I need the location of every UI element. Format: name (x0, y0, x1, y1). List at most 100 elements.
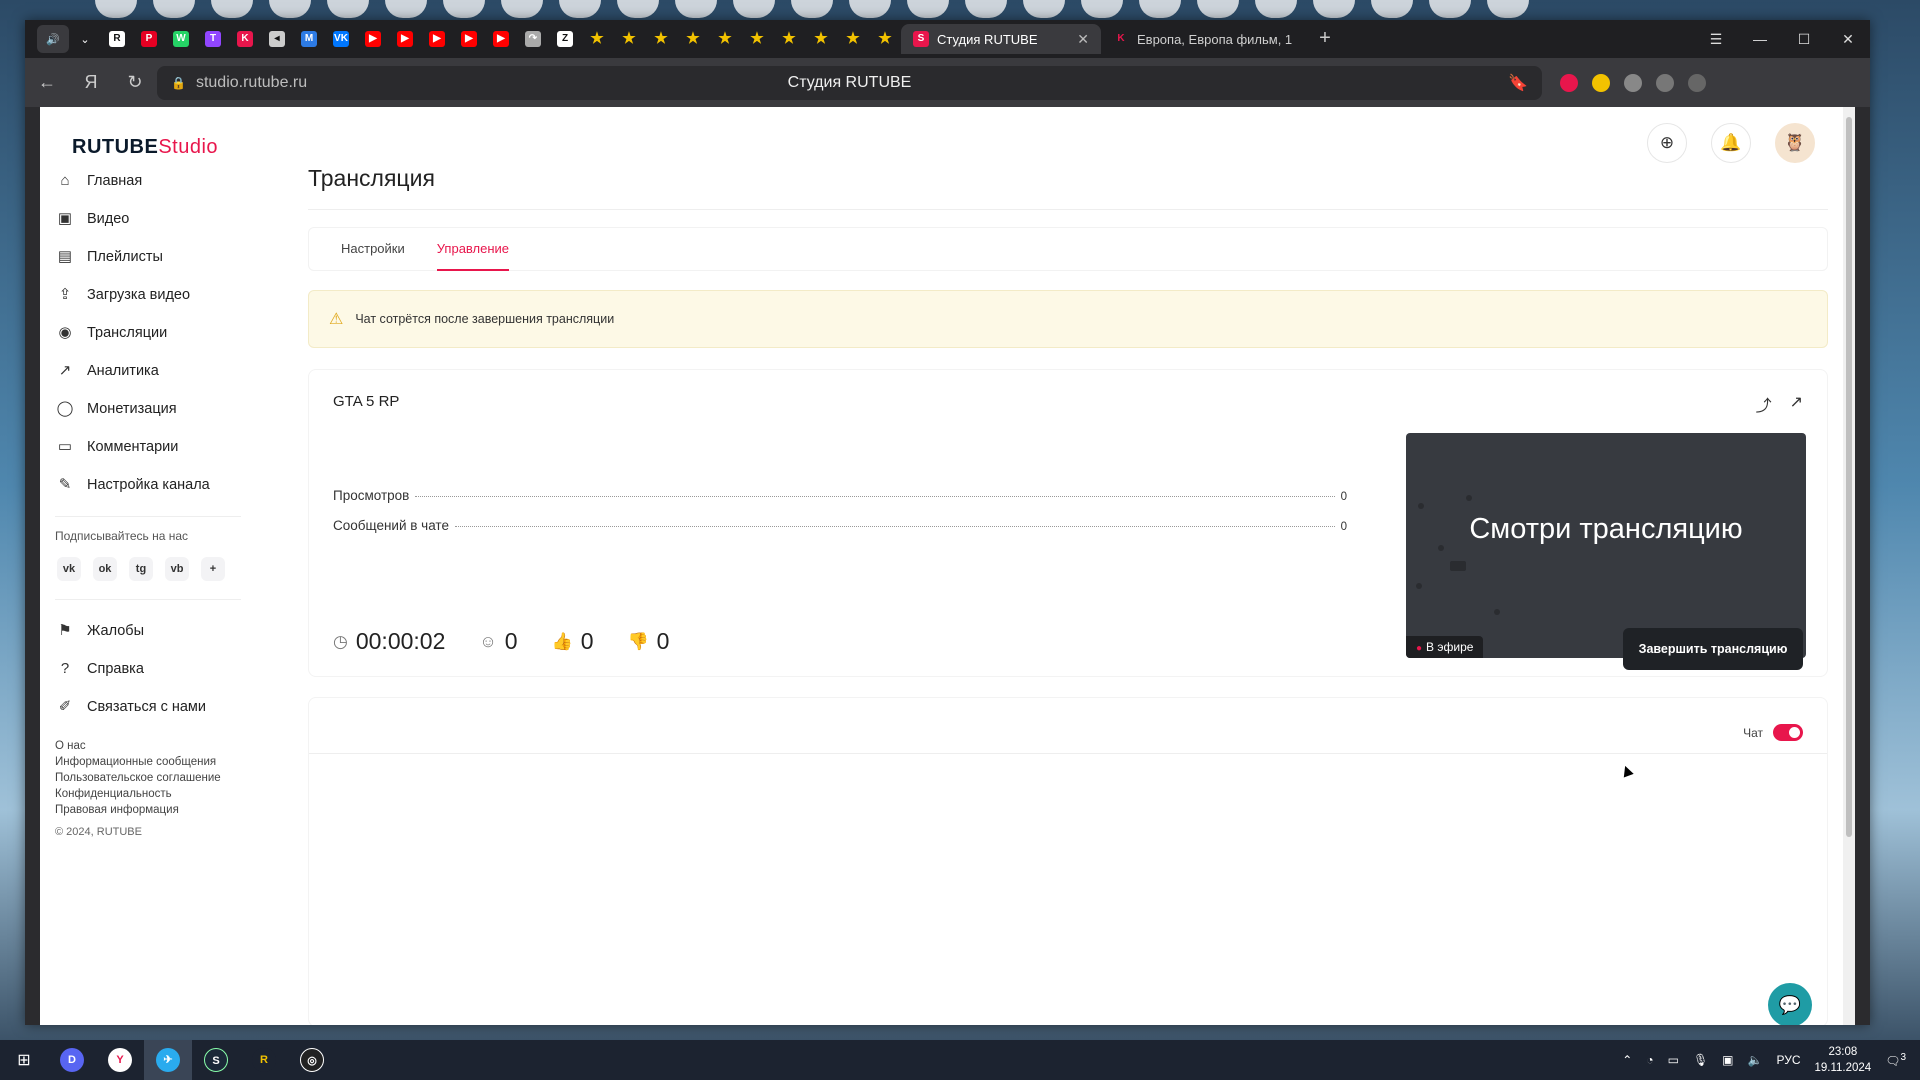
microphone-icon[interactable]: 🎙 (1693, 1053, 1708, 1067)
network-icon[interactable]: ▭ (1668, 1053, 1679, 1067)
scrollbar[interactable] (1843, 107, 1855, 1025)
pinned-tab[interactable]: ▶ (389, 25, 421, 53)
footer-link[interactable]: О нас (55, 738, 255, 754)
pinned-tab[interactable]: R (101, 25, 133, 53)
end-stream-button[interactable]: Завершить трансляцию (1623, 628, 1803, 670)
pinned-tab[interactable]: ▶ (453, 25, 485, 53)
support-chat-button[interactable]: 💬 (1768, 983, 1812, 1025)
media-icon[interactable] (1624, 73, 1642, 92)
pinned-tab[interactable]: ★ (645, 25, 677, 53)
sidebar-help-item[interactable]: ⚑ Жалобы (40, 612, 255, 650)
chevron-up-icon[interactable]: ⌃ (1622, 1053, 1632, 1067)
social-icon[interactable]: vb (165, 557, 189, 581)
avatar[interactable]: 🦉 (1775, 123, 1815, 163)
tab-settings[interactable]: Настройки (341, 227, 405, 271)
pinned-tab[interactable]: K (229, 25, 261, 53)
pinned-tab[interactable]: ↷ (517, 25, 549, 53)
footer-link[interactable]: Конфиденциальность (55, 786, 255, 802)
clock-icon: ◷ (333, 631, 348, 651)
pinned-tab[interactable]: ★ (677, 25, 709, 53)
sidebar-item[interactable]: ⇪ Загрузка видео (40, 276, 255, 314)
pinned-tab[interactable]: ▶ (421, 25, 453, 53)
social-icon[interactable]: ok (93, 557, 117, 581)
pinned-tab[interactable]: T (197, 25, 229, 53)
telegram-icon[interactable]: ✈ (144, 1040, 192, 1080)
speaker-icon[interactable]: 🔊 (37, 25, 69, 53)
footer-link[interactable]: Правовая информация (55, 802, 255, 818)
pinned-tab[interactable]: ★ (805, 25, 837, 53)
pinned-tab[interactable]: ★ (773, 25, 805, 53)
chat-toggle[interactable] (1773, 724, 1803, 741)
chevron-down-icon[interactable]: ⌄ (69, 25, 101, 53)
bookmark-icon[interactable]: 🔖 (1508, 73, 1528, 93)
add-content-icon[interactable]: ⊕ (1647, 123, 1687, 163)
tab-management[interactable]: Управление (436, 227, 510, 271)
minimize-button[interactable]: — (1738, 20, 1782, 58)
pinned-tab[interactable]: VK (325, 25, 357, 53)
notifications-icon[interactable]: 🗨3 (1885, 1052, 1906, 1068)
rutube-app-icon[interactable]: R (240, 1040, 288, 1080)
monitor-icon[interactable]: ▣ (1722, 1053, 1733, 1067)
new-tab-button[interactable]: + (1311, 25, 1339, 53)
maximize-button[interactable]: ☐ (1782, 20, 1826, 58)
pinned-tab[interactable]: M (293, 25, 325, 53)
pinned-tab-icon: ▶ (429, 31, 445, 47)
pinned-tab[interactable]: ◂ (261, 25, 293, 53)
sidebar-item[interactable]: ▭ Комментарии (40, 428, 255, 466)
back-button[interactable]: ← (25, 58, 69, 107)
footer-link[interactable]: Пользовательское соглашение (55, 770, 255, 786)
obs-icon[interactable]: ◎ (288, 1040, 336, 1080)
rutube-studio-logo[interactable]: RUTUBEStudio (72, 136, 218, 159)
sidebar-item[interactable]: ◉ Трансляции (40, 314, 255, 352)
pinned-tab[interactable]: ▶ (357, 25, 389, 53)
logo-suffix: Studio (158, 136, 219, 158)
sidebar-item[interactable]: ✎ Настройка канала (40, 466, 255, 504)
pinned-tab[interactable]: P (133, 25, 165, 53)
pinned-tab[interactable]: ★ (613, 25, 645, 53)
external-link-icon[interactable]: ↗ (1790, 392, 1803, 416)
start-button[interactable]: ⊞ (0, 1040, 48, 1080)
menu-icon[interactable]: ☰ (1694, 20, 1738, 58)
yandex-browser-icon[interactable]: Y (96, 1040, 144, 1080)
pinned-tab[interactable]: Z (549, 25, 581, 53)
pinned-tab[interactable]: ★ (741, 25, 773, 53)
pinned-tab[interactable]: ★ (709, 25, 741, 53)
sidebar-item[interactable]: ⌂ Главная (40, 162, 255, 200)
sidebar-item[interactable]: ↗ Аналитика (40, 352, 255, 390)
collections-icon[interactable] (1656, 73, 1674, 92)
sidebar-item[interactable]: ◯ Монетизация (40, 390, 255, 428)
pinned-tab[interactable]: ★ (869, 25, 901, 53)
address-bar[interactable]: 🔒 studio.rutube.ru Студия RUTUBE 🔖 (157, 65, 1542, 100)
extension-icon[interactable] (1560, 73, 1578, 92)
pinned-tab[interactable]: ★ (581, 25, 613, 53)
language-indicator[interactable]: РУС (1776, 1053, 1800, 1067)
notifications-icon[interactable]: 🔔 (1711, 123, 1751, 163)
social-icon[interactable]: + (201, 557, 225, 581)
social-icon[interactable]: tg (129, 557, 153, 581)
pinned-tab[interactable]: ★ (837, 25, 869, 53)
footer-link[interactable]: Информационные сообщения (55, 754, 255, 770)
discord-icon[interactable]: D (48, 1040, 96, 1080)
extension-icon[interactable] (1592, 73, 1610, 92)
stream-preview[interactable]: Смотри трансляцию ● В эфире (1406, 433, 1806, 658)
share-icon[interactable]: ⤴ (1756, 392, 1772, 416)
download-icon[interactable] (1688, 73, 1706, 92)
sidebar-item[interactable]: ▤ Плейлисты (40, 238, 255, 276)
sidebar-help-item[interactable]: ? Справка (40, 650, 255, 688)
yandex-icon[interactable]: Я (69, 58, 113, 107)
pinned-tab[interactable]: W (165, 25, 197, 53)
close-icon[interactable]: ✕ (1077, 31, 1089, 48)
pinned-tab[interactable]: ▶ (485, 25, 517, 53)
sidebar-item[interactable]: ▣ Видео (40, 200, 255, 238)
tab-europe-film[interactable]: K Европа, Европа фильм, 1 (1101, 24, 1311, 54)
kinopoisk-favicon-icon: K (1113, 31, 1129, 47)
volume-icon[interactable]: 🔈 (1748, 1053, 1763, 1067)
social-icon[interactable]: vk (57, 557, 81, 581)
steam-icon[interactable]: S (192, 1040, 240, 1080)
sidebar-help-item[interactable]: ✐ Связаться с нами (40, 688, 255, 726)
tab-rutube-studio[interactable]: S Студия RUTUBE ✕ (901, 24, 1101, 54)
tray-app-icon[interactable]: ◔ (1646, 1053, 1653, 1067)
clock[interactable]: 23:08 19.11.2024 (1815, 1044, 1872, 1076)
close-window-button[interactable]: ✕ (1826, 20, 1870, 58)
reload-button[interactable]: ↻ (113, 58, 157, 107)
